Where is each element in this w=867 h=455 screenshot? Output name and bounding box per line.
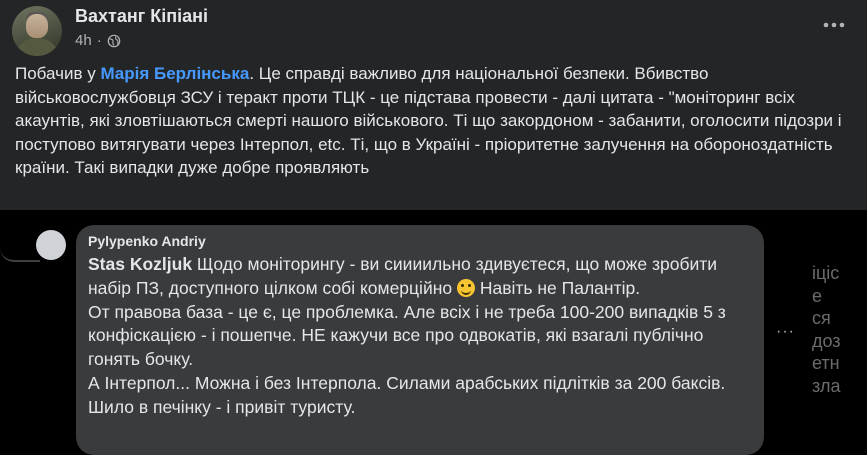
comment-line-1-end: Навіть не Палантір. xyxy=(474,277,641,298)
comment-tag[interactable]: Stas Kozljuk xyxy=(88,254,192,274)
mention-link[interactable]: Марія Берлінська xyxy=(100,64,249,83)
slightly-smiling-face-icon xyxy=(456,278,475,297)
post-author-name[interactable]: Вахтанг Кіпіані xyxy=(75,6,208,27)
more-horizontal-icon xyxy=(823,22,845,28)
avatar-face xyxy=(26,14,48,38)
meta-separator: · xyxy=(96,32,102,49)
comment-paragraph-3: А Інтерпол... Можна і без Інтерпола. Сил… xyxy=(88,372,726,417)
comment-body: Stas Kozljuk Щодо моніторингу - ви сииии… xyxy=(88,253,758,420)
globe-icon xyxy=(107,34,120,47)
comment-more-icon[interactable]: ··· xyxy=(776,323,795,341)
comment-author-name[interactable]: Pylypenko Andriy xyxy=(88,233,206,249)
post-text-start: Побачив у xyxy=(15,64,101,83)
cut-off-side-text: іціс е ся доз етн зла xyxy=(812,263,841,396)
comment-bubble: Pylypenko Andriy Stas Kozljuk Щодо моніт… xyxy=(76,225,764,455)
comment-paragraph-2: От правова база - це є, це проблемка. Ал… xyxy=(88,301,726,370)
avatar-shoulders xyxy=(14,38,60,56)
post-card: Вахтанг Кіпіані 4h · Побачив у Марія Бер… xyxy=(0,0,867,210)
author-avatar[interactable] xyxy=(12,6,62,56)
post-more-icon[interactable] xyxy=(821,12,847,32)
post-meta: 4h · xyxy=(75,32,121,49)
reply-thread-line xyxy=(0,230,40,262)
post-body: Побачив у Марія Берлінська. Це справді в… xyxy=(15,62,860,180)
post-timestamp[interactable]: 4h xyxy=(75,32,92,49)
commenter-avatar[interactable] xyxy=(36,230,66,260)
